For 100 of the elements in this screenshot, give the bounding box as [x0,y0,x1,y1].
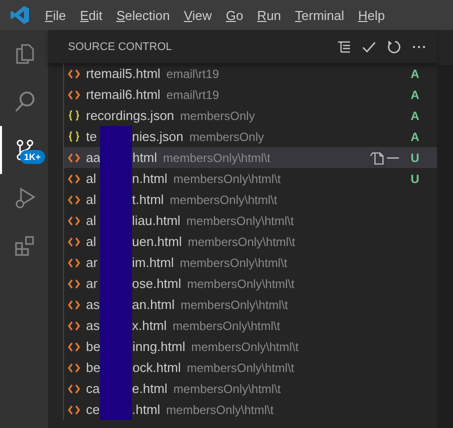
html-file-icon [68,174,80,184]
search-icon [13,90,37,114]
file-change-row[interactable]: as x.html membersOnly\html\t [64,315,437,336]
folder-path: membersOnly\html\t [163,150,270,164]
html-file-icon [68,404,80,414]
extensions-icon [13,234,37,258]
html-file-icon [68,68,80,78]
file-name: html [132,150,158,165]
status-letter: U [410,150,420,164]
menu-item[interactable]: Terminal [288,8,352,22]
file-change-row[interactable]: al t.html membersOnly\html\t [64,189,437,210]
menu-item[interactable]: View [176,8,219,22]
menu-item[interactable]: File [38,8,73,22]
file-name: ar [86,255,99,270]
file-change-row[interactable]: ar im.html membersOnly\html\t [64,252,437,273]
folder-path: membersOnly\html\t [186,214,294,228]
folder-path: membersOnly\html\t [166,402,274,416]
folder-path: email\rt19 [166,88,220,102]
file-change-row[interactable]: be ock.html membersOnly\html\t [64,357,437,378]
file-name: uen.html [132,234,182,249]
file-name: im.html [132,255,174,270]
status-letter: U [410,172,420,186]
run-debug-icon [13,186,37,210]
folder-path: membersOnly\html\t [172,318,280,332]
file-name: nies.json [132,129,184,144]
file-change-row[interactable]: recordings.json membersOnly A [64,105,437,126]
folder-path: membersOnly [180,108,255,122]
file-change-row[interactable]: rtemail6.html email\rt19 A [64,84,437,105]
file-name: as [86,297,100,312]
html-file-icon [68,320,80,330]
file-change-row[interactable]: as an.html membersOnly\html\t [64,294,437,315]
file-change-row[interactable]: ar ose.html membersOnly\html\t [64,273,437,294]
file-name: rtemail5.html [86,66,160,81]
file-change-row[interactable]: ca e.html membersOnly\html\t [64,378,437,399]
folder-path: membersOnly\html\t [173,382,281,396]
html-file-icon [68,342,80,352]
refresh-icon[interactable] [386,38,402,54]
html-file-icon [68,236,80,246]
file-name: ock.html [132,360,181,375]
folder-path: membersOnly\html\t [191,340,299,354]
file-name: al [86,234,98,249]
folder-path: membersOnly\html\t [180,256,288,270]
html-file-icon [68,278,80,288]
folder-path: membersOnly [189,130,264,144]
status-letter: A [410,66,420,80]
json-file-icon [68,131,80,142]
file-name: aa [86,150,100,165]
app-logo-icon [10,5,30,25]
file-name: ce [86,402,100,417]
folder-path: membersOnly\html\t [186,360,294,374]
redaction-bar [100,399,132,420]
file-name: ar [86,276,99,291]
file-name: al [86,213,98,228]
file-name: ca [86,381,100,396]
open-file-icon[interactable] [369,150,385,166]
html-file-icon [68,90,80,100]
html-file-icon [68,362,80,372]
file-name: rtemail6.html [86,87,160,102]
file-name: liau.html [132,213,180,228]
folder-path: membersOnly\html\t [170,192,278,206]
file-change-row[interactable]: al n.html membersOnly\html\t U [64,168,437,189]
count-badge: 1K+ [20,150,45,164]
tree-view-icon[interactable] [336,38,352,54]
panel-title: SOURCE CONTROL [68,40,173,52]
file-name: an.html [132,297,175,312]
menu-item[interactable]: Edit [72,8,110,22]
file-change-row[interactable]: ce .html membersOnly\html\t [64,399,437,420]
status-letter: A [410,130,420,144]
menu-item[interactable]: Go [218,8,250,22]
status-letter: A [410,108,420,122]
html-file-icon [68,258,80,268]
menu-item[interactable]: Run [250,8,288,22]
file-name: e.html [132,381,168,396]
file-name: te [86,129,98,144]
file-name: .html [132,402,160,417]
file-change-row[interactable]: aa html membersOnly\html\t U [64,147,437,168]
menu-item[interactable]: Selection [109,8,177,22]
file-name: ose.html [132,276,182,291]
html-file-icon [68,300,80,310]
file-change-row[interactable]: al liau.html membersOnly\html\t [64,210,437,231]
html-file-icon [68,216,80,226]
file-change-row[interactable]: al uen.html membersOnly\html\t [64,231,437,252]
file-change-row[interactable]: te nies.json membersOnly A [64,126,437,147]
file-name: as [86,318,100,333]
menu-item[interactable]: Help [351,8,392,22]
folder-path: membersOnly\html\t [173,172,281,186]
file-name: al [86,192,98,207]
folder-path: membersOnly\html\t [187,276,294,290]
json-file-icon [68,110,80,121]
folder-path: membersOnly\html\t [180,298,288,312]
redaction-bar [100,126,132,147]
html-file-icon [68,152,80,162]
file-name: x.html [132,318,167,333]
file-change-row[interactable]: be inng.html membersOnly\html\t [64,336,437,357]
file-name: n.html [132,171,168,186]
file-change-row[interactable]: rtemail5.html email\rt19 A [64,63,437,84]
status-letter: A [410,88,420,102]
folder-path: email\rt19 [166,66,220,80]
folder-path: membersOnly\html\t [188,234,296,248]
file-name: recordings.json [86,108,174,123]
